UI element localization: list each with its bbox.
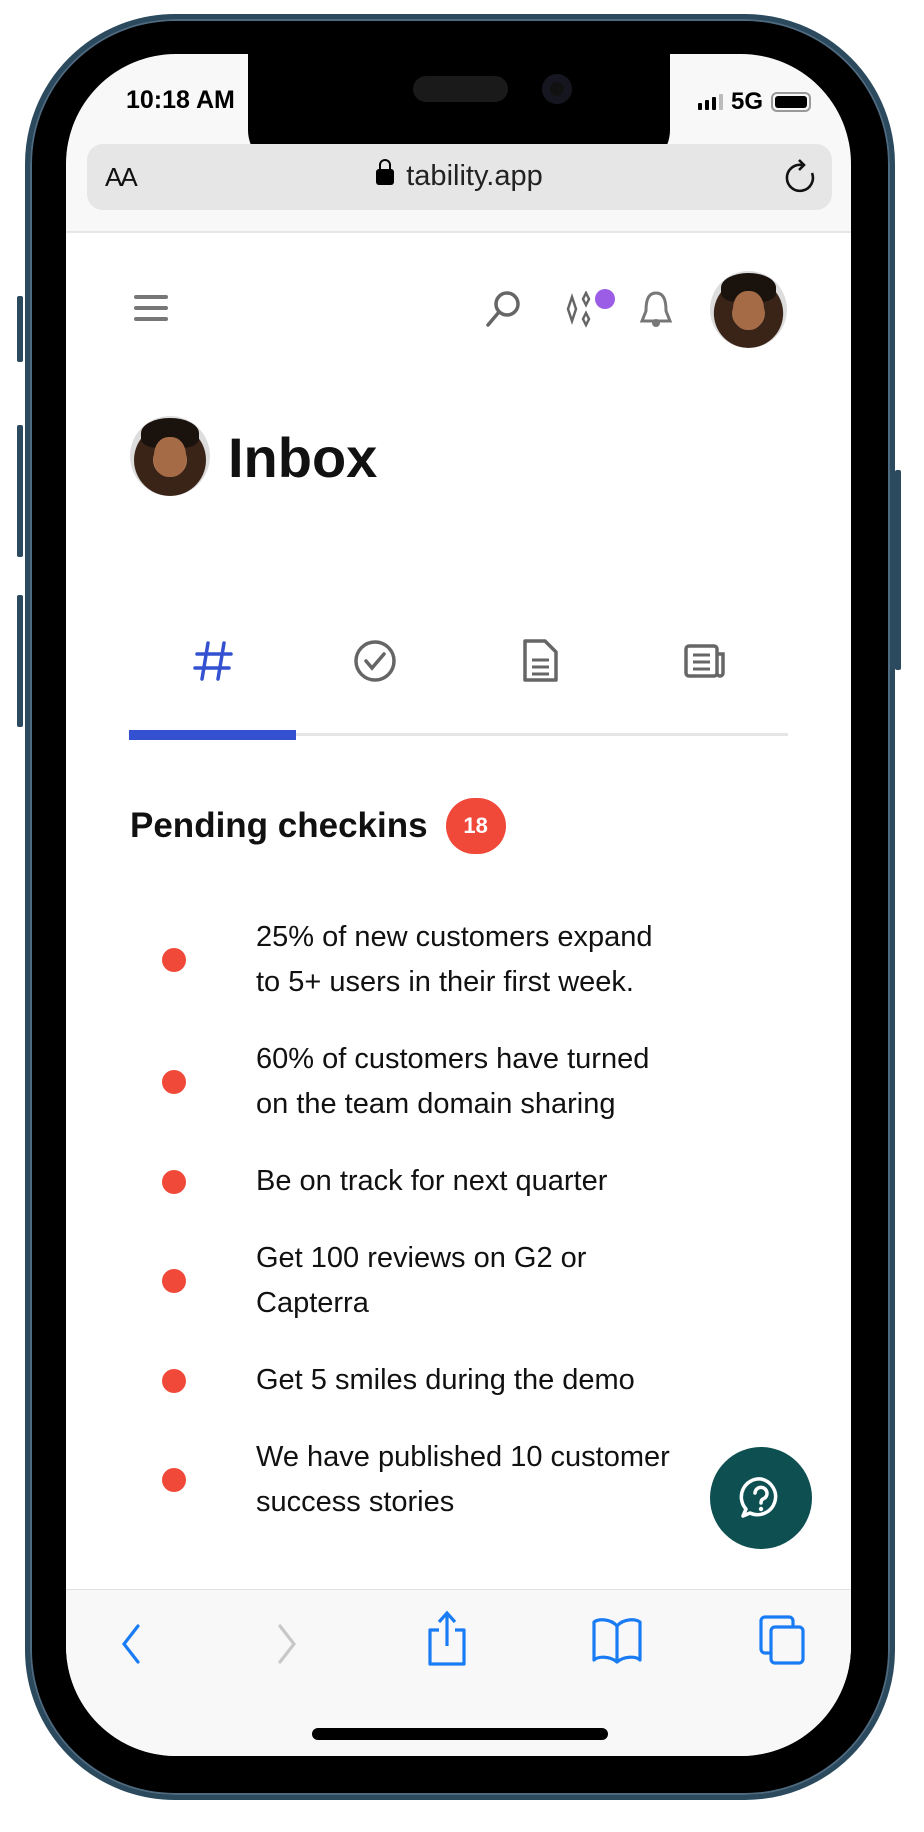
lock-icon — [376, 159, 395, 185]
back-icon[interactable] — [116, 1620, 150, 1666]
count-badge: 18 — [445, 798, 506, 854]
search-icon[interactable] — [484, 289, 524, 329]
mute-switch — [17, 296, 23, 362]
address-bar[interactable]: AA tability.app — [87, 144, 832, 210]
list-item[interactable]: 60% of customers have turned on the team… — [66, 1037, 851, 1127]
browser-toolbar — [66, 1589, 851, 1756]
item-label: Get 5 smiles during the demo — [256, 1364, 635, 1396]
notification-dot — [595, 289, 615, 309]
forward-icon[interactable] — [270, 1620, 304, 1666]
help-button[interactable] — [710, 1447, 812, 1549]
list-item[interactable]: Get 100 reviews on G2 or Capterra — [66, 1236, 851, 1326]
list-item[interactable]: Get 5 smiles during the demo — [66, 1358, 851, 1403]
section-title: Pending checkins — [130, 806, 428, 845]
web-content: Inbox Pending checkins 18 25% of new cus… — [66, 231, 851, 1589]
newspaper-icon — [684, 644, 725, 678]
signal-icon — [697, 94, 723, 110]
item-label: 25% of new customers expand to 5+ users … — [256, 921, 653, 998]
status-dot — [162, 948, 186, 972]
status-dot — [162, 1169, 186, 1194]
item-label: We have published 10 customer success st… — [256, 1441, 670, 1518]
volume-up-button — [17, 425, 23, 557]
status-dot — [162, 1468, 186, 1492]
pending-checkins-header: Pending checkins 18 — [130, 798, 506, 854]
page-title: Inbox — [228, 426, 378, 489]
list-item[interactable]: 25% of new customers expand to 5+ users … — [66, 915, 851, 1005]
bell-icon[interactable] — [636, 289, 676, 333]
item-label: 60% of customers have turned on the team… — [256, 1043, 650, 1120]
volume-down-button — [17, 595, 23, 727]
battery-icon — [771, 92, 811, 112]
tab-news[interactable] — [675, 631, 735, 691]
status-dot — [162, 1368, 186, 1393]
inbox-avatar — [130, 416, 210, 496]
check-circle-icon — [354, 640, 396, 682]
hash-icon — [193, 641, 233, 681]
tab-tasks[interactable] — [345, 631, 405, 691]
status-dot — [162, 1269, 186, 1293]
status-time: 10:18 AM — [126, 86, 235, 114]
reload-icon[interactable] — [782, 158, 818, 196]
menu-icon[interactable] — [134, 293, 170, 323]
bookmarks-icon[interactable] — [590, 1616, 644, 1664]
screen: 10:18 AM 5G AA tability.app Inbox Pendin… — [66, 54, 851, 1756]
tab-documents[interactable] — [510, 631, 570, 691]
item-label: Get 100 reviews on G2 or Capterra — [256, 1242, 587, 1319]
url-field[interactable]: tability.app — [87, 159, 832, 193]
status-dot — [162, 1070, 186, 1094]
tab-checkins[interactable] — [183, 631, 243, 691]
list-item[interactable]: Be on track for next quarter — [66, 1159, 851, 1204]
url-text: tability.app — [406, 160, 543, 192]
share-icon[interactable] — [425, 1610, 469, 1666]
home-indicator[interactable] — [312, 1728, 608, 1740]
tabs-icon[interactable] — [758, 1614, 808, 1666]
sparkles-icon[interactable] — [560, 291, 600, 331]
document-icon — [523, 639, 558, 682]
active-tab-indicator — [129, 730, 296, 740]
status-icons: 5G — [697, 88, 811, 116]
power-button — [895, 470, 901, 670]
help-chat-icon — [739, 1477, 778, 1518]
user-avatar[interactable] — [710, 271, 787, 348]
item-label: Be on track for next quarter — [256, 1165, 608, 1197]
network-label: 5G — [730, 88, 763, 115]
